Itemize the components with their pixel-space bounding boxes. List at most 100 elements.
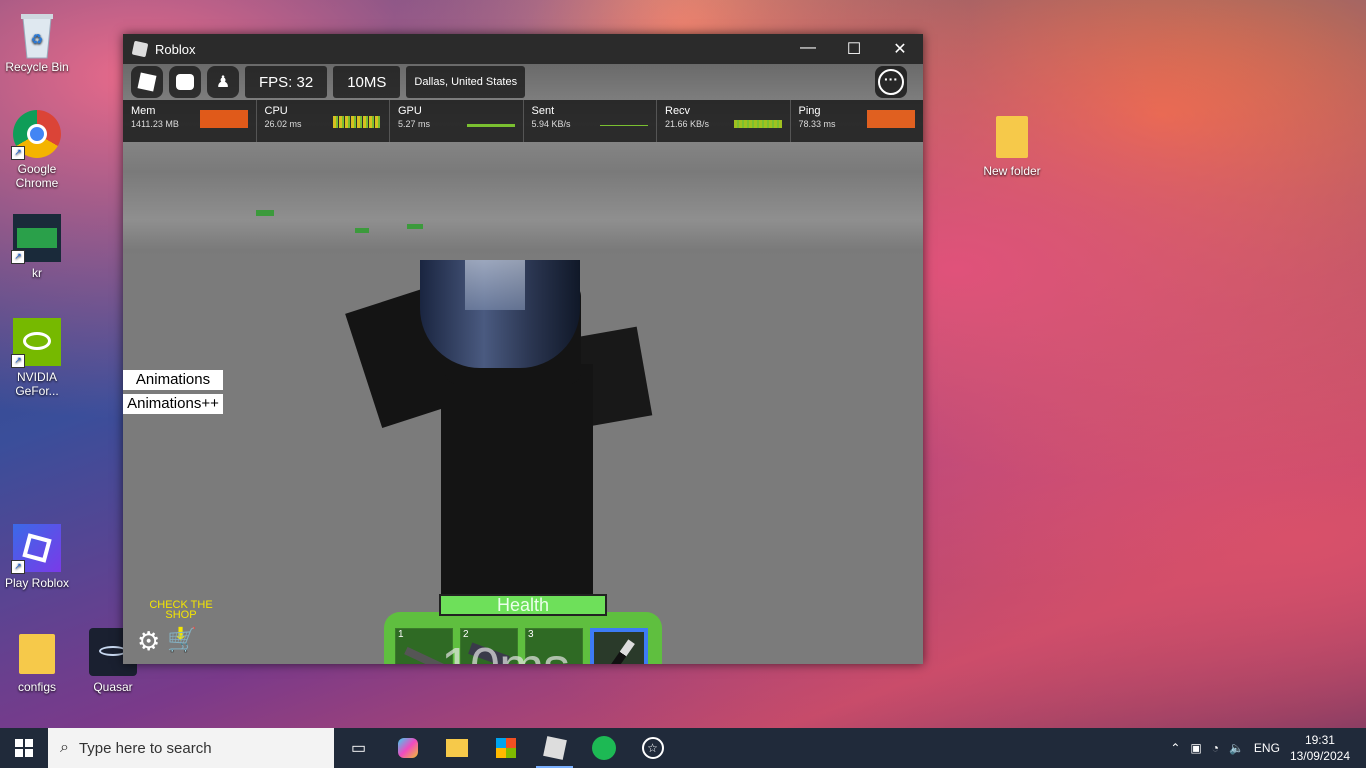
system-tray: ⌃ ▣ ◔ 🔈 ENG 19:31 13/09/2024 (1170, 732, 1366, 764)
stat-value: 5.94 KB/s (531, 119, 571, 129)
desktop-icon-label: NVIDIA GeFor... (15, 370, 59, 398)
knife-icon (404, 646, 444, 664)
folder-icon (445, 739, 468, 757)
app-star-button[interactable]: ☆ (628, 728, 677, 768)
desktop-icon-chrome[interactable]: ↗ Google Chrome (2, 110, 72, 190)
roblox-logo-icon (137, 72, 157, 92)
settings-gear-icon[interactable]: ⚙ (137, 626, 160, 657)
store-icon (495, 738, 516, 758)
chevron-up-icon[interactable]: ⌃ (1170, 741, 1180, 755)
animations-button[interactable]: Animations (123, 370, 223, 390)
dagger-icon (611, 639, 635, 664)
minimize-button[interactable]: — (785, 39, 831, 59)
emote-button[interactable]: ♟ (207, 66, 239, 98)
roblox-taskbar-button[interactable] (530, 728, 579, 768)
roblox-studio-icon: ↗ (11, 524, 61, 574)
game-viewport[interactable]: ♟ FPS: 32 10MS Dallas, United States ···… (123, 64, 923, 664)
volume-icon[interactable]: 🔈 (1229, 741, 1244, 755)
desktop-icon-configs[interactable]: configs (2, 628, 72, 694)
taskbar-search[interactable]: ⌕ Type here to search (48, 728, 334, 768)
close-button[interactable]: ✕ (877, 39, 923, 59)
roblox-window[interactable]: Roblox — ☐ ✕ ♟ FPS: 32 10MS Dallas, Unit… (123, 34, 923, 664)
windows-icon (15, 739, 33, 757)
health-bar: Health (439, 594, 607, 616)
roblox-logo-icon (542, 736, 567, 760)
desktop-icon-kr[interactable]: ↗ kr (2, 214, 72, 280)
clock-date: 13/09/2024 (1289, 749, 1350, 763)
nvidia-icon: ↗ (11, 318, 61, 368)
search-icon: ⌕ (60, 739, 69, 756)
fps-counter: FPS: 32 (245, 66, 328, 98)
ellipsis-icon: ··· (878, 69, 904, 95)
chat-icon (176, 74, 194, 90)
shop-hint-text: CHECK THE SHOP (149, 599, 213, 621)
task-view-button[interactable]: ▭ (334, 728, 383, 768)
ms-counter: 10MS (333, 66, 401, 98)
world-nametag (407, 224, 423, 229)
window-title: Roblox (155, 41, 196, 57)
search-placeholder: Type here to search (78, 739, 212, 757)
battery-icon[interactable]: ▣ (1190, 741, 1201, 755)
star-circle-icon: ☆ (641, 737, 664, 759)
desktop-icon-label: Recycle Bin (5, 60, 69, 74)
stat-mem[interactable]: Mem 1411.23 MB (123, 100, 257, 142)
stat-cpu[interactable]: CPU 26.02 ms (257, 100, 390, 142)
world-nametag (256, 210, 274, 216)
animations-plus-button[interactable]: Animations++ (123, 394, 223, 414)
shop-cart-icon[interactable]: 🛒 (167, 626, 197, 655)
server-location: Dallas, United States (406, 66, 526, 98)
stat-graph (733, 120, 782, 128)
hotbar-slot-4[interactable] (590, 628, 648, 664)
stat-sent[interactable]: Sent 5.94 KB/s (524, 100, 657, 142)
roblox-menu-button[interactable] (131, 66, 163, 98)
shortcut-arrow-icon: ↗ (11, 354, 25, 368)
slot-number: 1 (398, 629, 404, 640)
roblox-topbar: ♟ FPS: 32 10MS Dallas, United States ··· (123, 64, 923, 100)
stat-graph (600, 125, 648, 126)
clock-time: 19:31 (1304, 733, 1335, 747)
store-button[interactable] (481, 728, 530, 768)
clock[interactable]: 19:31 13/09/2024 (1290, 732, 1350, 764)
svg-text:♻: ♻ (31, 31, 44, 47)
chrome-icon: ↗ (11, 110, 61, 160)
copilot-icon (397, 738, 418, 758)
shortcut-arrow-icon: ↗ (11, 146, 25, 160)
stat-name: Sent (531, 105, 555, 117)
copilot-button[interactable] (383, 728, 432, 768)
desktop-icon-play-roblox[interactable]: ↗ Play Roblox (2, 524, 72, 590)
performance-stats-bar: Mem 1411.23 MB CPU 26.02 ms GPU 5.27 ms … (123, 100, 923, 142)
stat-graph (867, 110, 915, 128)
start-button[interactable] (0, 728, 48, 768)
chat-button[interactable] (169, 66, 201, 98)
world-nametag (355, 228, 369, 233)
language-indicator[interactable]: ENG (1254, 741, 1280, 755)
desktop-icon-nvidia[interactable]: ↗ NVIDIA GeFor... (2, 318, 72, 398)
desktop-icon-recycle-bin[interactable]: ♻ Recycle Bin (2, 8, 72, 74)
character-torso (441, 364, 593, 594)
desktop-icon-label: Quasar (93, 680, 133, 694)
avatar-icon: ♟ (215, 74, 231, 91)
desktop-icon-label: configs (17, 680, 57, 694)
maximize-button[interactable]: ☐ (831, 39, 877, 59)
file-explorer-button[interactable] (432, 728, 481, 768)
desktop-icon-label: Google Chrome (15, 162, 59, 190)
desktop-icon-label: New folder (983, 164, 1041, 178)
stat-ping[interactable]: Ping 78.33 ms (791, 100, 924, 142)
stat-graph (333, 116, 381, 128)
desktop-icon-new-folder[interactable]: New folder (977, 112, 1047, 178)
folder-icon (988, 112, 1036, 160)
stat-name: Recv (665, 105, 691, 117)
stat-graph (199, 110, 248, 128)
window-titlebar[interactable]: Roblox — ☐ ✕ (123, 34, 923, 64)
stat-recv[interactable]: Recv 21.66 KB/s (657, 100, 791, 142)
hotbar-ms-overlay: 10ms (441, 636, 570, 664)
ram-icon: ↗ (11, 214, 61, 264)
recycle-bin-icon: ♻ (13, 8, 61, 59)
network-icon[interactable]: ◔ (1212, 741, 1219, 755)
stat-gpu[interactable]: GPU 5.27 ms (390, 100, 524, 142)
stat-name: GPU (398, 105, 422, 117)
more-options-button[interactable]: ··· (875, 66, 907, 98)
character-helmet (420, 260, 580, 368)
spotify-button[interactable] (579, 728, 628, 768)
desktop-icon-label: Play Roblox (4, 576, 70, 590)
